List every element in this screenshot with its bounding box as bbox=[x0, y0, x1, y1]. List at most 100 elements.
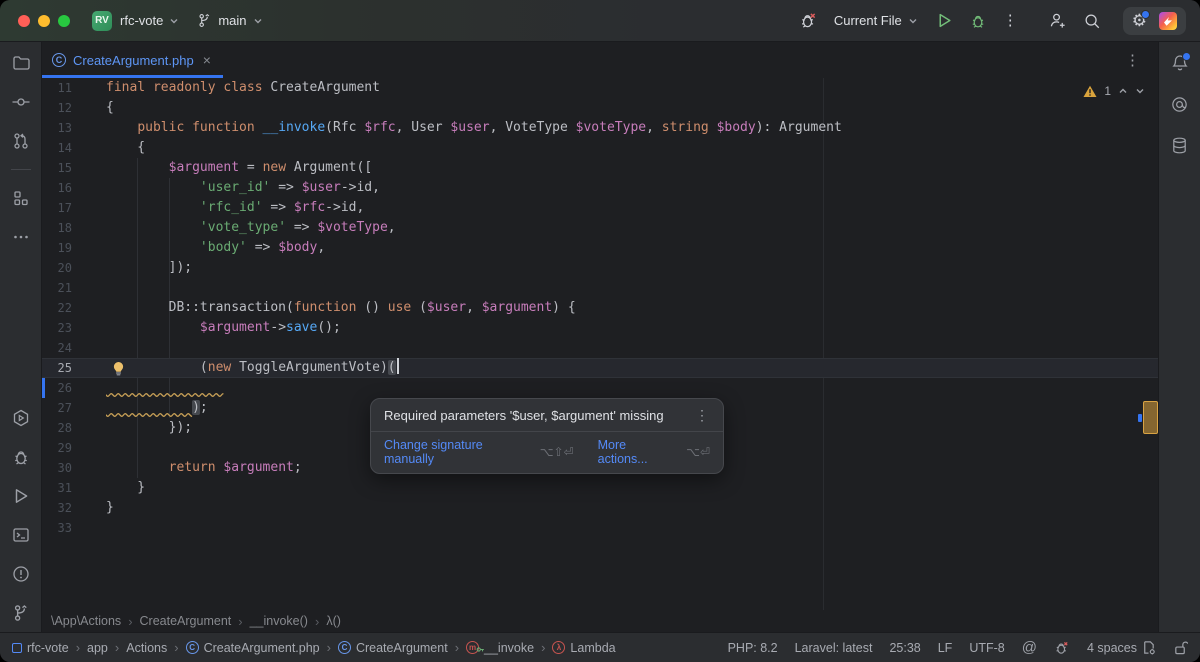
pull-requests-tool-icon[interactable] bbox=[10, 130, 32, 152]
line-number[interactable]: 28 bbox=[42, 418, 106, 438]
code-line-12[interactable]: 12{ bbox=[42, 98, 1158, 118]
status-breadcrumb-item[interactable]: app bbox=[87, 641, 108, 655]
code-line-32[interactable]: 32} bbox=[42, 498, 1158, 518]
debug-tool-icon[interactable] bbox=[10, 446, 32, 468]
code-line-22[interactable]: 22 DB::transaction(function () use ($use… bbox=[42, 298, 1158, 318]
status-breadcrumb-item[interactable]: rfc-vote bbox=[12, 641, 69, 655]
minimize-window-button[interactable] bbox=[38, 14, 50, 27]
code-line-17[interactable]: 17 'rfc_id' => $rfc->id, bbox=[42, 198, 1158, 218]
code-line-16[interactable]: 16 'user_id' => $user->id, bbox=[42, 178, 1158, 198]
line-number[interactable]: 24 bbox=[42, 338, 106, 358]
line-number[interactable]: 26 bbox=[42, 378, 106, 398]
run-tool-icon[interactable] bbox=[10, 485, 32, 507]
code-editor[interactable]: 11 final readonly class CreateArgument 12{… bbox=[42, 78, 1158, 610]
tab-options-icon[interactable]: ⋮ bbox=[1125, 51, 1140, 69]
code-line-31[interactable]: 31 } bbox=[42, 478, 1158, 498]
more-tool-windows-icon[interactable] bbox=[10, 226, 32, 248]
breadcrumb-item[interactable]: __invoke() bbox=[250, 614, 308, 628]
breadcrumb-item[interactable]: CreateArgument bbox=[140, 614, 232, 628]
line-number[interactable]: 17 bbox=[42, 198, 106, 218]
line-number[interactable]: 18 bbox=[42, 218, 106, 238]
status-breadcrumb-item[interactable]: λ Lambda bbox=[552, 641, 616, 655]
run-configuration-selector[interactable]: Current File bbox=[834, 13, 918, 28]
line-number[interactable]: 27 bbox=[42, 398, 106, 418]
code-line-19[interactable]: 19 'body' => $body, bbox=[42, 238, 1158, 258]
tab-createargument[interactable]: C CreateArgument.php × bbox=[42, 42, 223, 78]
run-button[interactable] bbox=[936, 12, 953, 29]
problems-tool-icon[interactable] bbox=[10, 563, 32, 585]
line-separator[interactable]: LF bbox=[938, 641, 953, 655]
plugin-logo-icon[interactable] bbox=[1159, 11, 1177, 30]
zoom-window-button[interactable] bbox=[58, 14, 70, 27]
line-number[interactable]: 23 bbox=[42, 318, 106, 338]
close-window-button[interactable] bbox=[18, 14, 30, 27]
breadcrumb-item[interactable]: λ() bbox=[326, 614, 341, 628]
debug-listen-icon[interactable] bbox=[1054, 640, 1070, 656]
line-number[interactable]: 29 bbox=[42, 438, 106, 458]
line-number[interactable]: 25 bbox=[42, 358, 106, 378]
code-line-11[interactable]: 11 final readonly class CreateArgument bbox=[42, 78, 1158, 98]
structure-tool-icon[interactable] bbox=[10, 187, 32, 209]
search-everywhere-icon[interactable] bbox=[1083, 12, 1101, 30]
code-line-20[interactable]: 20 ]); bbox=[42, 258, 1158, 278]
code-line-23[interactable]: 23 $argument->save(); bbox=[42, 318, 1158, 338]
previous-problem-icon[interactable] bbox=[1118, 86, 1128, 96]
line-number[interactable]: 22 bbox=[42, 298, 106, 318]
line-number[interactable]: 33 bbox=[42, 518, 106, 538]
project-widget[interactable]: rfc-vote bbox=[120, 13, 179, 28]
line-number[interactable]: 20 bbox=[42, 258, 106, 278]
inspection-widget[interactable]: 1 bbox=[1083, 84, 1145, 98]
status-breadcrumb-item[interactable]: C CreateArgument.php bbox=[185, 641, 320, 655]
line-number[interactable]: 30 bbox=[42, 458, 106, 478]
code-line-14[interactable]: 14 { bbox=[42, 138, 1158, 158]
tooltip-options-icon[interactable]: ⋮ bbox=[691, 407, 713, 424]
more-actions-icon[interactable]: ⋮ bbox=[1003, 13, 1018, 28]
file-encoding[interactable]: UTF-8 bbox=[969, 641, 1004, 655]
at-spiral-icon[interactable] bbox=[1169, 93, 1191, 115]
branch-widget[interactable]: main bbox=[197, 13, 262, 28]
line-number[interactable]: 16 bbox=[42, 178, 106, 198]
code-line-33[interactable]: 33 bbox=[42, 518, 1158, 538]
indent-settings-icon[interactable] bbox=[1141, 640, 1156, 655]
caret-position[interactable]: 25:38 bbox=[889, 641, 920, 655]
line-number[interactable]: 21 bbox=[42, 278, 106, 298]
code-line-25[interactable]: 25 (new ToggleArgumentVote)( bbox=[42, 358, 1158, 378]
at-icon[interactable]: @ bbox=[1022, 640, 1037, 655]
line-number[interactable]: 13 bbox=[42, 118, 106, 138]
line-number[interactable]: 14 bbox=[42, 138, 106, 158]
line-number[interactable]: 19 bbox=[42, 238, 106, 258]
version-control-tool-icon[interactable] bbox=[10, 602, 32, 624]
more-actions-link[interactable]: More actions... bbox=[598, 438, 676, 466]
line-number[interactable]: 32 bbox=[42, 498, 106, 518]
laravel-version[interactable]: Laravel: latest bbox=[795, 641, 873, 655]
services-tool-icon[interactable] bbox=[10, 407, 32, 429]
code-line-18[interactable]: 18 'vote_type' => $voteType, bbox=[42, 218, 1158, 238]
php-version[interactable]: PHP: 8.2 bbox=[728, 641, 778, 655]
code-line-26[interactable]: 26 bbox=[42, 378, 1158, 398]
notifications-icon[interactable] bbox=[1169, 52, 1191, 74]
commit-tool-icon[interactable] bbox=[10, 91, 32, 113]
unlocked-icon[interactable] bbox=[1173, 640, 1188, 656]
breadcrumb-item[interactable]: \App\Actions bbox=[51, 614, 121, 628]
project-tool-icon[interactable] bbox=[10, 52, 32, 74]
next-problem-icon[interactable] bbox=[1135, 86, 1145, 96]
terminal-tool-icon[interactable] bbox=[10, 524, 32, 546]
status-breadcrumb-item[interactable]: Actions bbox=[126, 641, 167, 655]
code-line-21[interactable]: 21 bbox=[42, 278, 1158, 298]
line-number[interactable]: 12 bbox=[42, 98, 106, 118]
database-icon[interactable] bbox=[1169, 134, 1191, 156]
code-line-15[interactable]: 15 $argument = new Argument([ bbox=[42, 158, 1158, 178]
debug-listener-icon[interactable] bbox=[799, 11, 818, 30]
code-line-13[interactable]: 13 public function __invoke(Rfc $rfc, Us… bbox=[42, 118, 1158, 138]
status-breadcrumb-item[interactable]: C CreateArgument bbox=[337, 641, 448, 655]
close-tab-icon[interactable]: × bbox=[203, 52, 211, 68]
line-number[interactable]: 15 bbox=[42, 158, 106, 178]
settings-icon[interactable]: ⚙ bbox=[1132, 10, 1150, 29]
line-number[interactable]: 11 bbox=[42, 78, 106, 98]
code-with-me-icon[interactable] bbox=[1048, 11, 1067, 30]
scrollbar-warning-mark[interactable] bbox=[1143, 401, 1158, 434]
code-line-24[interactable]: 24 bbox=[42, 338, 1158, 358]
line-number[interactable]: 31 bbox=[42, 478, 106, 498]
change-signature-link[interactable]: Change signature manually bbox=[384, 438, 530, 466]
status-breadcrumb-item[interactable]: m __invoke bbox=[466, 641, 534, 655]
